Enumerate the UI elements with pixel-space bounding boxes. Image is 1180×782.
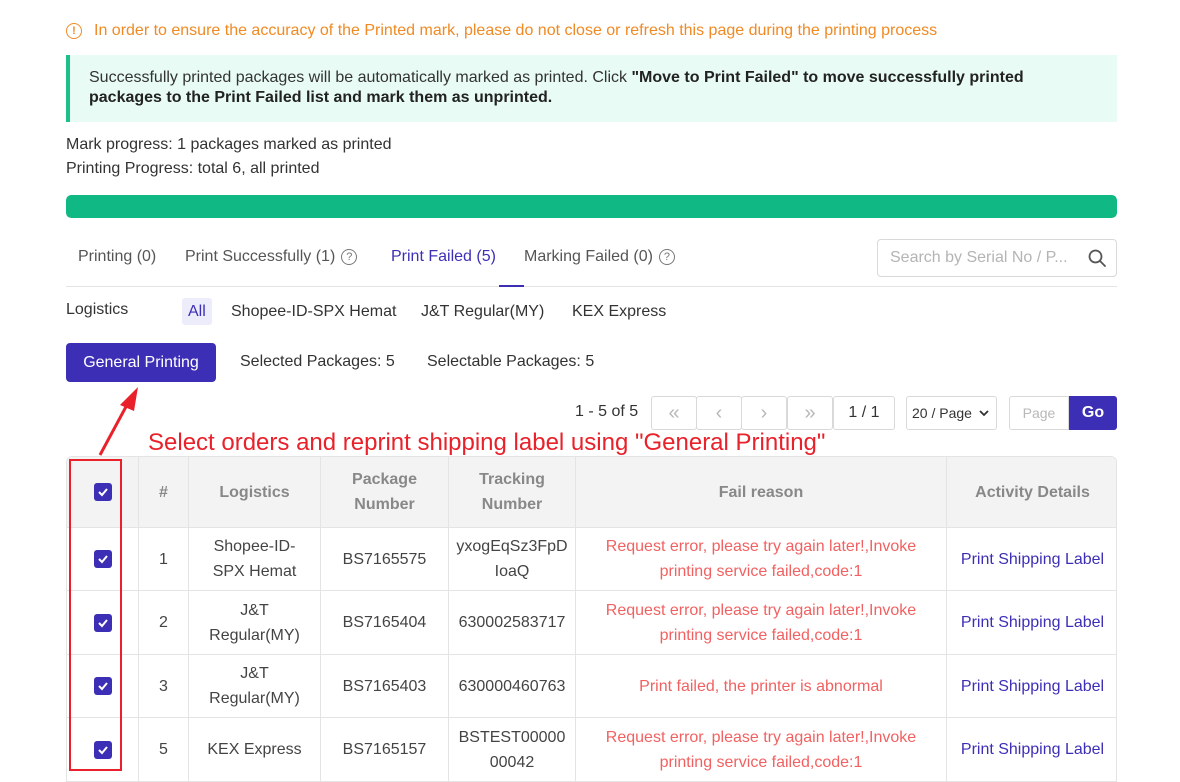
header-activity-details: Activity Details: [975, 483, 1090, 501]
table-header-row: # Logistics Package Number Tracking Numb…: [67, 457, 1116, 528]
help-icon[interactable]: ?: [341, 249, 358, 265]
table-row: 5 KEX Express BS7165157 BSTEST0000000042 Req…: [67, 718, 1116, 781]
row-package-number: BS7165575: [321, 528, 449, 590]
tab-print-successfully[interactable]: Print Successfully (1)?: [185, 248, 358, 266]
logistics-filter-jt[interactable]: J&T Regular(MY): [415, 298, 550, 325]
selectable-packages-count: Selectable Packages: 5: [427, 353, 595, 370]
current-page-indicator: 1 / 1: [833, 396, 895, 430]
search-box[interactable]: [877, 239, 1117, 277]
logistics-filter-all[interactable]: All: [182, 298, 212, 325]
row-activity: Print Shipping Label: [947, 591, 1116, 654]
row-package-number: BS7165157: [321, 718, 449, 781]
tab-print-failed[interactable]: Print Failed (5): [391, 248, 496, 266]
table-row: 3 J&T Regular(MY) BS7165403 630000460763 Pri…: [67, 655, 1116, 718]
table-row: 2 J&T Regular(MY) BS7165404 630002583717 Req…: [67, 591, 1116, 655]
info-notice: Successfully printed packages will be au…: [66, 55, 1117, 122]
tab-printing[interactable]: Printing (0): [78, 248, 156, 266]
row-logistics: J&T Regular(MY): [189, 591, 321, 654]
next-page-icon[interactable]: ›: [741, 396, 787, 430]
annotation-text: Select orders and reprint shipping label…: [148, 429, 826, 456]
row-number: 5: [139, 718, 189, 781]
alert-circle-icon: !: [66, 23, 82, 39]
tab-label: Print Successfully (1): [185, 248, 336, 265]
header-package-number: Package Number: [321, 457, 449, 527]
row-logistics: KEX Express: [189, 718, 321, 781]
selected-packages-count: Selected Packages: 5: [240, 353, 395, 370]
mark-progress-text: Mark progress: 1 packages marked as prin…: [66, 136, 392, 153]
header-number: #: [139, 457, 189, 527]
first-page-icon[interactable]: «: [651, 396, 697, 430]
page-size-value: 20 / Page: [912, 405, 972, 421]
row-activity: Print Shipping Label: [947, 655, 1116, 717]
logistics-filter-shopee[interactable]: Shopee-ID-SPX Hemat: [225, 298, 402, 325]
row-number: 1: [139, 528, 189, 590]
chevron-down-icon: [979, 410, 989, 417]
print-shipping-label-link[interactable]: Print Shipping Label: [961, 737, 1104, 762]
annotation-arrow: [98, 387, 138, 456]
progress-fill: [66, 195, 1117, 218]
packages-table: # Logistics Package Number Tracking Numb…: [66, 456, 1117, 782]
logistics-filter-kex[interactable]: KEX Express: [566, 298, 672, 325]
pagination-range: 1 - 5 of 5: [575, 403, 639, 420]
tracking-text: BSTEST0000000042: [458, 728, 566, 771]
row-number: 3: [139, 655, 189, 717]
row-package-number: BS7165403: [321, 655, 449, 717]
print-shipping-label-link[interactable]: Print Shipping Label: [961, 674, 1104, 699]
search-icon[interactable]: [1088, 249, 1106, 267]
row-package-number: BS7165404: [321, 591, 449, 654]
search-input[interactable]: [890, 249, 1086, 267]
general-printing-button[interactable]: General Printing: [66, 343, 216, 382]
prev-page-icon[interactable]: ‹: [696, 396, 742, 430]
row-logistics: Shopee-ID-SPX Hemat: [189, 528, 321, 590]
row-fail-reason: Request error, please try again later!,I…: [576, 591, 947, 654]
header-tracking-number: Tracking Number: [449, 457, 576, 527]
row-fail-reason: Print failed, the printer is abnormal: [576, 655, 947, 717]
row-activity: Print Shipping Label: [947, 718, 1116, 781]
row-fail-reason: Request error, please try again later!,I…: [576, 718, 947, 781]
header-logistics: Logistics: [189, 457, 321, 527]
row-activity: Print Shipping Label: [947, 528, 1116, 590]
active-tab-indicator: [499, 285, 524, 287]
tab-label: Print Failed (5): [391, 248, 496, 265]
header-fail-reason: Fail reason: [576, 457, 947, 527]
annotation-highlight-box: [69, 459, 122, 771]
print-shipping-label-link[interactable]: Print Shipping Label: [961, 610, 1104, 635]
print-shipping-label-link[interactable]: Print Shipping Label: [961, 547, 1104, 572]
row-number: 2: [139, 591, 189, 654]
goto-page-input[interactable]: Page: [1009, 396, 1069, 430]
row-tracking-number: yxogEqSz3FpDIoaQ: [449, 528, 576, 590]
row-tracking-number: 630002583717: [449, 591, 576, 654]
tab-marking-failed[interactable]: Marking Failed (0)?: [524, 248, 675, 266]
last-page-icon[interactable]: »: [787, 396, 833, 430]
warning-text: In order to ensure the accuracy of the P…: [94, 22, 938, 39]
print-progress-text: Printing Progress: total 6, all printed: [66, 160, 320, 177]
row-tracking-number: BSTEST0000000042: [449, 718, 576, 781]
printing-progress-bar: [66, 195, 1117, 218]
tracking-text: 630000460763: [458, 677, 566, 695]
tab-label: Printing (0): [78, 248, 157, 265]
logistics-label: Logistics: [66, 301, 129, 318]
table-row: 1 Shopee-ID-SPX Hemat BS7165575 yxogEqSz3Fp…: [67, 528, 1116, 591]
warning-banner: ! In order to ensure the accuracy of the…: [66, 20, 937, 42]
row-fail-reason: Request error, please try again later!,I…: [576, 528, 947, 590]
tracking-text: 630002583717: [458, 614, 566, 631]
tab-label: Marking Failed (0): [524, 248, 653, 265]
row-tracking-number: 630000460763: [449, 655, 576, 717]
help-icon[interactable]: ?: [658, 249, 675, 265]
tracking-text: yxogEqSz3FpDIoaQ: [456, 538, 568, 580]
goto-page-button[interactable]: Go: [1069, 396, 1117, 430]
page-size-select[interactable]: 20 / Page: [906, 396, 997, 430]
info-text: Successfully printed packages will be au…: [89, 69, 632, 86]
row-logistics: J&T Regular(MY): [189, 655, 321, 717]
